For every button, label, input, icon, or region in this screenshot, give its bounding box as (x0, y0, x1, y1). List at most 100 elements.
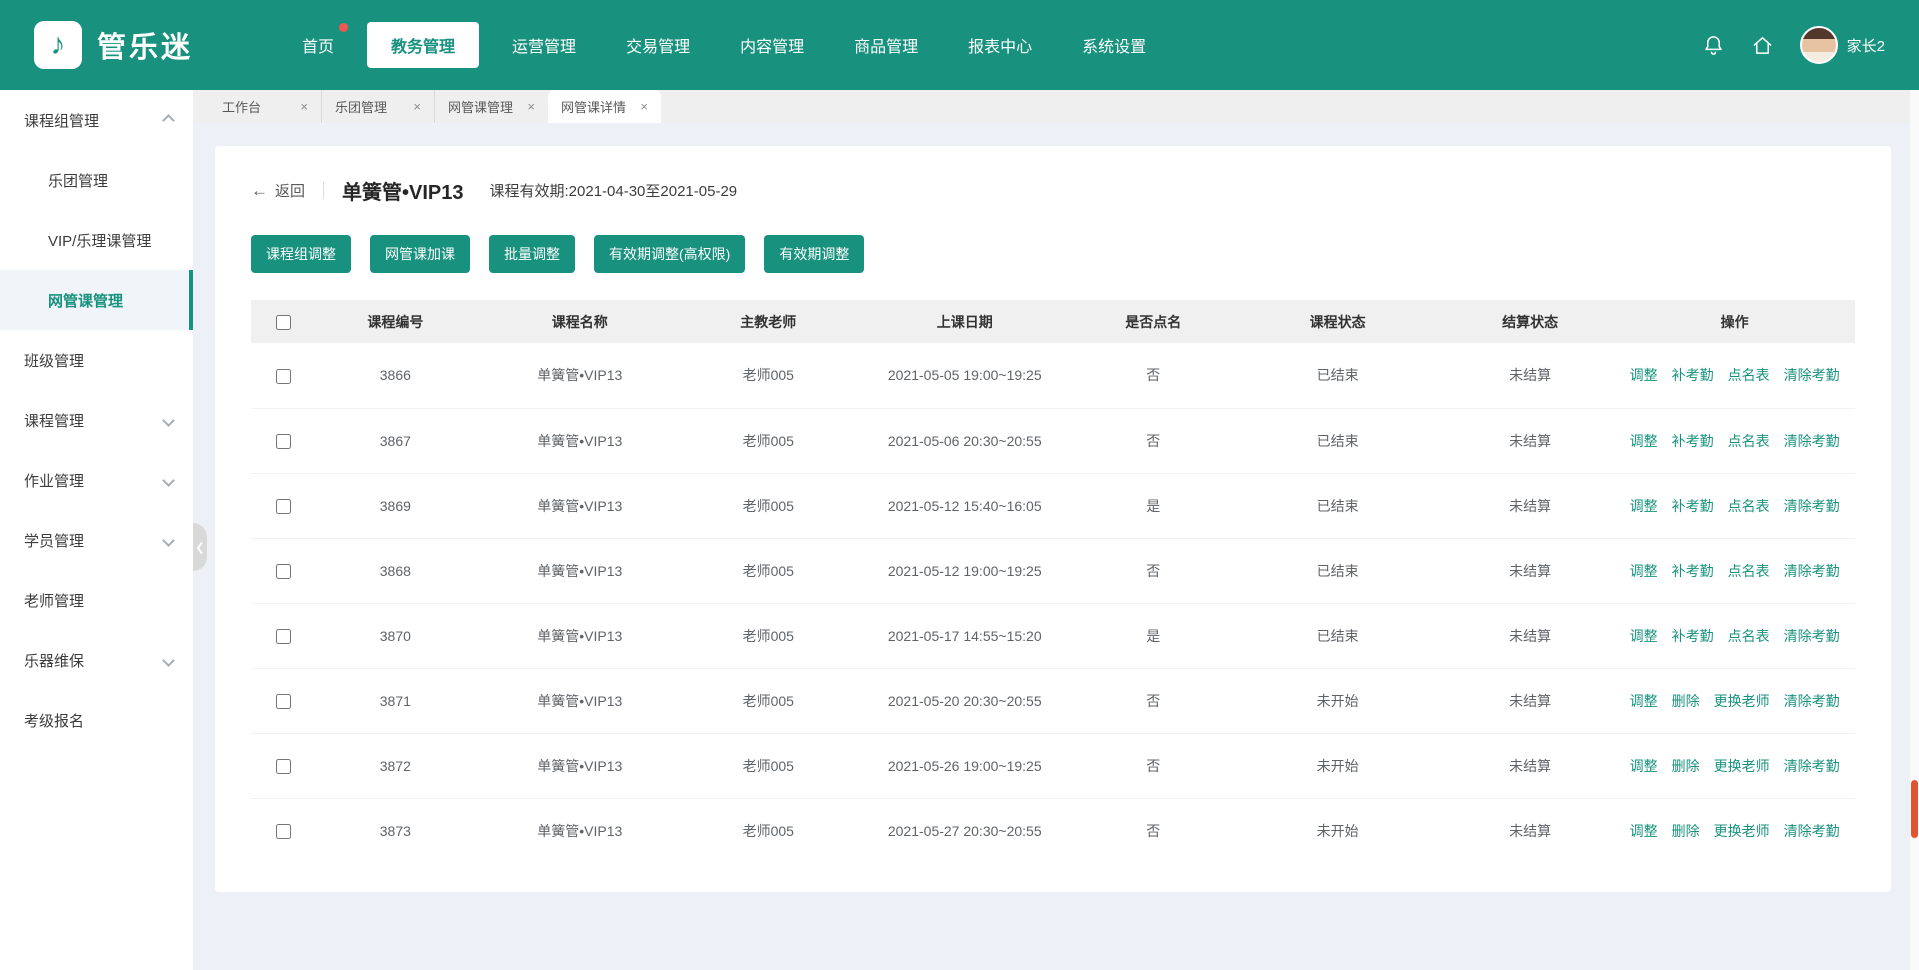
table-row: 3867 单簧管•VIP13 老师005 2021-05-06 20:30~20… (251, 408, 1855, 473)
action-adjust[interactable]: 调整 (1630, 498, 1658, 514)
select-all-checkbox[interactable] (276, 315, 291, 330)
user-menu[interactable]: 家长2 (1800, 26, 1885, 64)
brand[interactable]: ♪ 管乐迷 (34, 21, 193, 69)
nav-item-label: 首页 (302, 39, 334, 56)
action-delete[interactable]: 删除 (1672, 693, 1700, 709)
sidebar-item-course-mgmt[interactable]: 课程管理 (0, 390, 193, 450)
tab-orchestra-mgmt[interactable]: 乐团管理 × (322, 90, 435, 123)
add-online-course-button[interactable]: 网管课加课 (370, 235, 470, 273)
action-makeup-attendance[interactable]: 补考勤 (1672, 563, 1714, 579)
action-makeup-attendance[interactable]: 补考勤 (1672, 628, 1714, 644)
action-adjust[interactable]: 调整 (1630, 563, 1658, 579)
action-change-teacher[interactable]: 更换老师 (1714, 758, 1770, 774)
sidebar-item-instrument-maintenance[interactable]: 乐器维保 (0, 630, 193, 690)
action-rollcall-sheet[interactable]: 点名表 (1728, 628, 1770, 644)
sidebar-item-teacher-mgmt[interactable]: 老师管理 (0, 570, 193, 630)
nav-item-system-settings[interactable]: 系统设置 (1065, 22, 1163, 68)
tab-online-course-detail[interactable]: 网管课详情× (548, 90, 661, 123)
action-makeup-attendance[interactable]: 补考勤 (1672, 433, 1714, 449)
close-icon[interactable]: × (640, 99, 648, 114)
action-rollcall-sheet[interactable]: 点名表 (1728, 367, 1770, 383)
sidebar-item-homework-mgmt[interactable]: 作业管理 (0, 450, 193, 510)
cell-course-status: 已结束 (1229, 408, 1446, 473)
action-delete[interactable]: 删除 (1672, 758, 1700, 774)
row-select-checkbox[interactable] (276, 369, 291, 384)
home-icon[interactable] (1751, 34, 1774, 57)
action-rollcall-sheet[interactable]: 点名表 (1728, 498, 1770, 514)
bell-icon[interactable] (1702, 34, 1725, 57)
action-clear-attendance[interactable]: 清除考勤 (1784, 433, 1840, 449)
action-makeup-attendance[interactable]: 补考勤 (1672, 498, 1714, 514)
action-adjust[interactable]: 调整 (1630, 367, 1658, 383)
action-change-teacher[interactable]: 更换老师 (1714, 823, 1770, 839)
cell-rollcall: 否 (1077, 538, 1229, 603)
validity-adjust-button[interactable]: 有效期调整 (764, 235, 864, 273)
sidebar-collapse-handle[interactable]: ❮ (193, 523, 207, 571)
sidebar-item-online-course-mgmt[interactable]: 网管课管理 (0, 270, 193, 330)
sidebar-item-label: 乐团管理 (48, 170, 108, 191)
vertical-scrollbar[interactable] (1910, 90, 1919, 970)
row-select-checkbox[interactable] (276, 499, 291, 514)
action-adjust[interactable]: 调整 (1630, 433, 1658, 449)
top-header: ♪ 管乐迷 首页 教务管理 运营管理 交易管理 内容管理 商品管理 报表中心 系… (0, 0, 1919, 90)
action-clear-attendance[interactable]: 清除考勤 (1784, 693, 1840, 709)
sidebar-item-orchestra-mgmt[interactable]: 乐团管理 (0, 150, 193, 210)
course-group-adjust-button[interactable]: 课程组调整 (251, 235, 351, 273)
tab-online-course-mgmt[interactable]: 网管课管理× (435, 90, 548, 123)
action-delete[interactable]: 删除 (1672, 823, 1700, 839)
action-makeup-attendance[interactable]: 补考勤 (1672, 367, 1714, 383)
back-button[interactable]: ←返回 (251, 180, 305, 201)
action-rollcall-sheet[interactable]: 点名表 (1728, 433, 1770, 449)
cell-course-name: 单簧管•VIP13 (476, 538, 685, 603)
row-select-checkbox[interactable] (276, 824, 291, 839)
sidebar-item-vip-theory-mgmt[interactable]: VIP/乐理课管理 (0, 210, 193, 270)
row-select-checkbox[interactable] (276, 629, 291, 644)
action-clear-attendance[interactable]: 清除考勤 (1784, 628, 1840, 644)
table-row: 3866 单簧管•VIP13 老师005 2021-05-05 19:00~19… (251, 343, 1855, 408)
sidebar-item-exam-registration[interactable]: 考级报名 (0, 690, 193, 750)
page-title: 单簧管•VIP13 (342, 176, 463, 205)
validity-adjust-privileged-button[interactable]: 有效期调整(高权限) (594, 235, 745, 273)
action-change-teacher[interactable]: 更换老师 (1714, 693, 1770, 709)
action-adjust[interactable]: 调整 (1630, 693, 1658, 709)
close-icon[interactable]: × (527, 99, 535, 114)
cell-course-name: 单簧管•VIP13 (476, 473, 685, 538)
row-select-checkbox[interactable] (276, 759, 291, 774)
nav-item-label: 交易管理 (626, 39, 690, 56)
nav-item-operation-mgmt[interactable]: 运营管理 (495, 22, 593, 68)
close-icon[interactable]: × (300, 99, 308, 114)
avatar (1800, 26, 1838, 64)
nav-item-product-mgmt[interactable]: 商品管理 (837, 22, 935, 68)
nav-item-content-mgmt[interactable]: 内容管理 (723, 22, 821, 68)
sidebar-item-label: 乐器维保 (24, 650, 84, 671)
nav-item-home[interactable]: 首页 (285, 22, 351, 68)
action-clear-attendance[interactable]: 清除考勤 (1784, 758, 1840, 774)
cell-teacher: 老师005 (684, 343, 852, 408)
action-clear-attendance[interactable]: 清除考勤 (1784, 498, 1840, 514)
nav-item-transaction-mgmt[interactable]: 交易管理 (609, 22, 707, 68)
sidebar-item-label: 班级管理 (24, 350, 84, 371)
cell-teacher: 老师005 (684, 408, 852, 473)
action-clear-attendance[interactable]: 清除考勤 (1784, 367, 1840, 383)
nav-item-report-center[interactable]: 报表中心 (951, 22, 1049, 68)
action-adjust[interactable]: 调整 (1630, 758, 1658, 774)
scrollbar-thumb[interactable] (1911, 780, 1918, 838)
close-icon[interactable]: × (413, 99, 421, 114)
action-adjust[interactable]: 调整 (1630, 823, 1658, 839)
sidebar-item-student-mgmt[interactable]: 学员管理 (0, 510, 193, 570)
main-nav: 首页 教务管理 运营管理 交易管理 内容管理 商品管理 报表中心 系统设置 (285, 22, 1163, 68)
row-select-checkbox[interactable] (276, 434, 291, 449)
batch-adjust-button[interactable]: 批量调整 (489, 235, 575, 273)
tab-workbench[interactable]: 工作台× (209, 90, 322, 123)
action-adjust[interactable]: 调整 (1630, 628, 1658, 644)
sidebar-item-class-mgmt[interactable]: 班级管理 (0, 330, 193, 390)
sidebar-item-course-group-mgmt[interactable]: 课程组管理 (0, 90, 193, 150)
action-clear-attendance[interactable]: 清除考勤 (1784, 563, 1840, 579)
tab-label: 乐团管理 (335, 97, 387, 116)
action-clear-attendance[interactable]: 清除考勤 (1784, 823, 1840, 839)
row-select-checkbox[interactable] (276, 564, 291, 579)
cell-course-status: 已结束 (1229, 343, 1446, 408)
action-rollcall-sheet[interactable]: 点名表 (1728, 563, 1770, 579)
row-select-checkbox[interactable] (276, 694, 291, 709)
nav-item-academic-mgmt[interactable]: 教务管理 (367, 22, 479, 68)
